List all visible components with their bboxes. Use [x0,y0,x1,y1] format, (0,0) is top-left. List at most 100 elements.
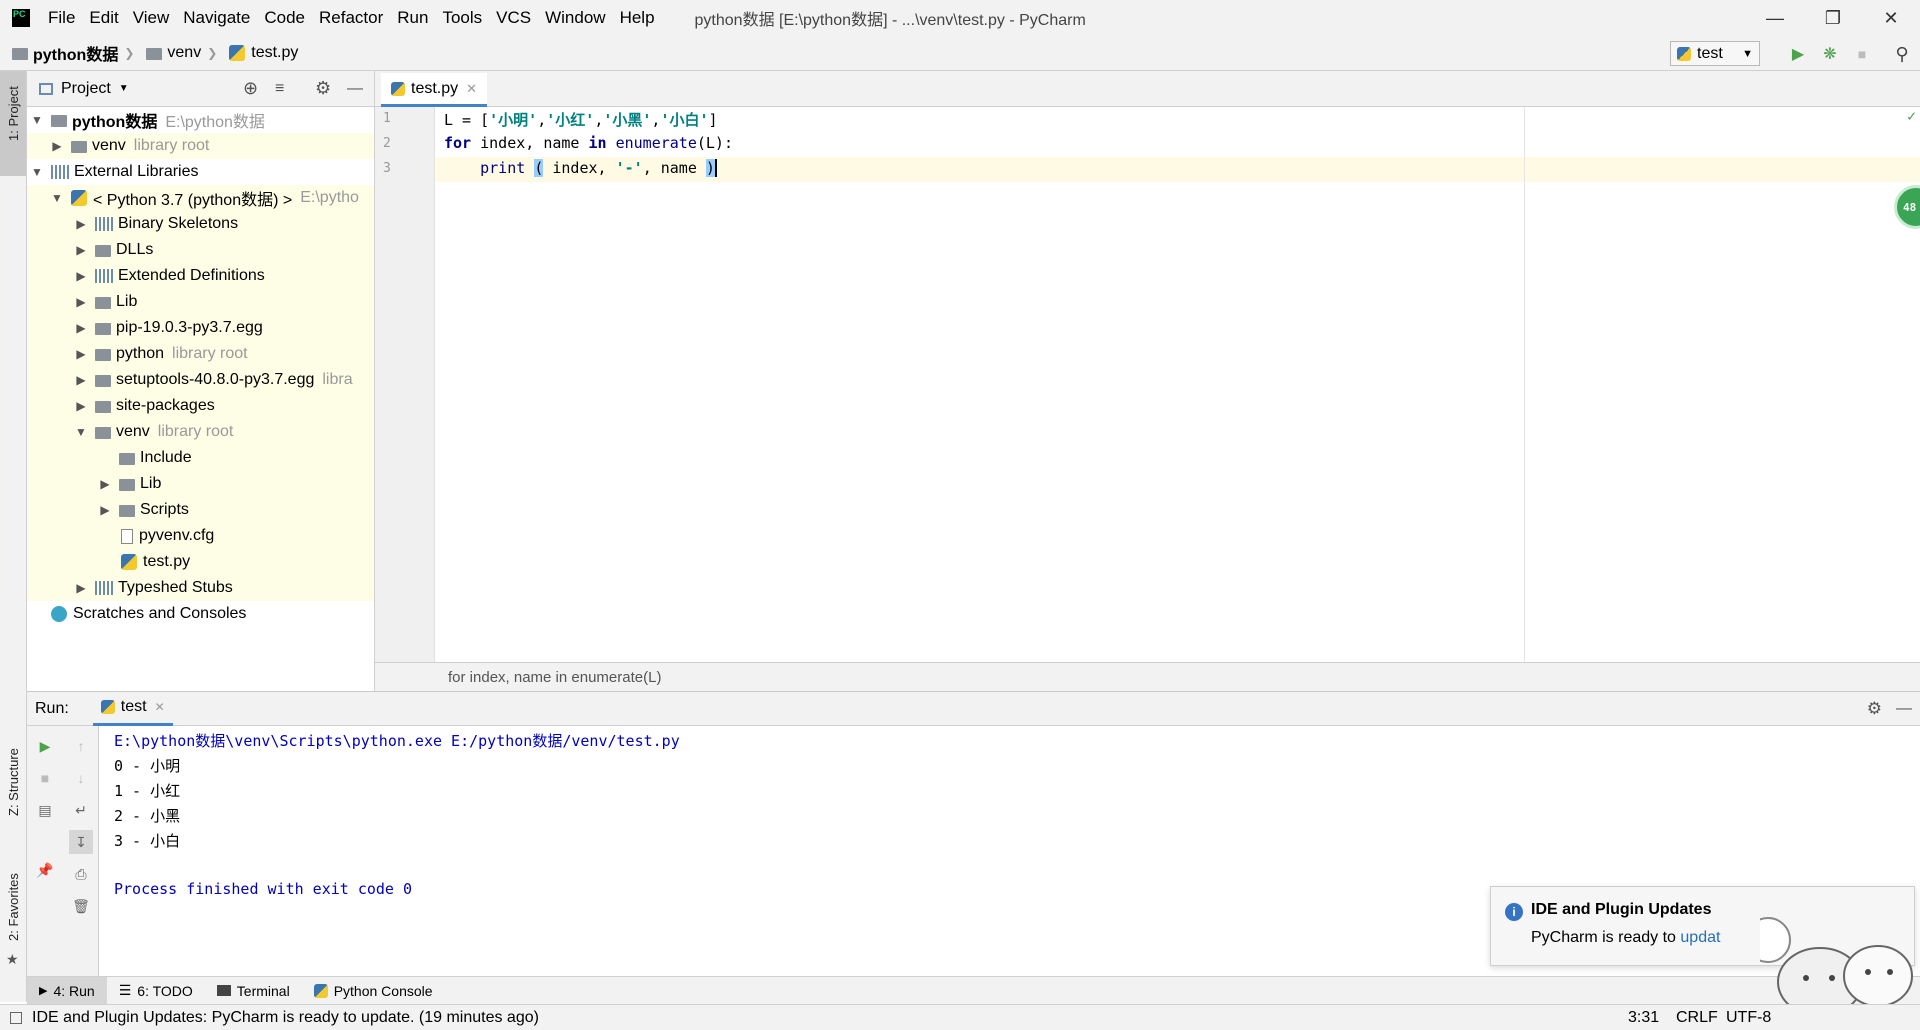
tree-item-external-libraries[interactable]: ▼ External Libraries [27,159,374,185]
chevron-down-icon[interactable]: ▼ [31,165,43,179]
run-configuration-select[interactable]: test ▼ [1670,41,1760,66]
chevron-right-icon[interactable]: ▶ [75,581,87,595]
tree-item-test-py[interactable]: test.py [27,549,374,575]
tree-item-venv-lib[interactable]: ▼ venv library root [27,419,374,445]
chevron-right-icon[interactable]: ▶ [75,269,87,283]
status-message[interactable]: IDE and Plugin Updates: PyCharm is ready… [32,1009,539,1027]
minimize-button[interactable]: — [1746,0,1804,36]
up-arrow-icon[interactable]: ↑ [69,734,93,758]
chevron-down-icon[interactable]: ▼ [119,83,129,94]
console-line: E:\python数据\venv\Scripts\python.exe E:/p… [114,732,680,750]
crumb-project[interactable]: python数据 ❯ [12,41,134,65]
tree-item-typeshed-stubs[interactable]: ▶ Typeshed Stubs [27,575,374,601]
scroll-to-end-icon[interactable]: ↧ [69,830,93,854]
pin-icon[interactable]: 📌 [33,858,57,882]
tree-item-project-root[interactable]: ▼ python数据 E:\python数据 [27,107,374,133]
print-icon[interactable]: ⎙ [69,862,93,886]
hide-panel-icon[interactable]: — [1896,700,1912,718]
tree-item-pyvenv-cfg[interactable]: pyvenv.cfg [27,523,374,549]
soft-wrap-icon[interactable]: ↵ [69,798,93,822]
chevron-right-icon[interactable]: ▶ [75,295,87,309]
code-editor[interactable]: L = ['小明','小红','小黑','小白'] for index, nam… [436,107,1920,662]
stop-button[interactable]: ■ [1852,44,1872,64]
tree-item-venv[interactable]: ▶ venv library root [27,133,374,159]
menu-navigate[interactable]: Navigate [183,8,250,28]
close-window-button[interactable]: ✕ [1862,0,1920,36]
tab-test-py[interactable]: test.py ✕ [381,73,488,107]
tree-item-site-packages[interactable]: ▶ site-packages [27,393,374,419]
run-tab-test[interactable]: test ✕ [92,692,173,726]
down-arrow-icon[interactable]: ↓ [69,766,93,790]
locate-file-icon[interactable]: ⊕ [243,78,258,99]
menu-run[interactable]: Run [397,8,428,28]
project-tool-tab[interactable]: 1: Project [0,71,26,176]
tree-item-python[interactable]: ▶ python library root [27,341,374,367]
tree-item-pip-egg[interactable]: ▶ pip-19.0.3-py3.7.egg [27,315,374,341]
chevron-right-icon[interactable]: ▶ [75,217,87,231]
tree-item-python-sdk[interactable]: ▼ < Python 3.7 (python数据) > E:\pytho [27,185,374,211]
chevron-right-icon[interactable]: ▶ [99,477,111,491]
tree-item-setuptools[interactable]: ▶ setuptools-40.8.0-py3.7.egg libra [27,367,374,393]
tree-item-scripts[interactable]: ▶ Scripts [27,497,374,523]
tool-tab-run[interactable]: ▶ 4: Run [27,976,107,1005]
event-log-icon[interactable] [10,1011,22,1024]
update-link[interactable]: updat [1680,929,1720,946]
line-number-gutter: 1 2 3 [375,107,435,662]
folder-icon [95,245,111,257]
tree-item-include[interactable]: Include [27,445,374,471]
caret-position[interactable]: 3:31 [1628,1009,1659,1027]
close-icon[interactable]: ✕ [466,81,477,97]
tree-item-dlls[interactable]: ▶ DLLs [27,237,374,263]
tool-tab-python-console[interactable]: Python Console [302,977,445,1005]
chevron-down-icon[interactable]: ▼ [31,113,43,127]
menu-view[interactable]: View [133,8,170,28]
chevron-right-icon[interactable]: ▶ [75,321,87,335]
tree-item-extended-definitions[interactable]: ▶ Extended Definitions [27,263,374,289]
hide-panel-icon[interactable]: — [347,80,363,98]
menu-edit[interactable]: Edit [89,8,118,28]
line-separator[interactable]: CRLF [1676,1009,1718,1027]
tool-tab-terminal[interactable]: Terminal [205,977,302,1005]
chevron-right-icon[interactable]: ▶ [75,373,87,387]
menu-vcs[interactable]: VCS [496,8,531,28]
close-icon[interactable]: ✕ [155,700,165,714]
chevron-right-icon[interactable]: ▶ [75,347,87,361]
menu-file[interactable]: File [48,8,75,28]
chevron-down-icon[interactable]: ▼ [75,425,87,439]
tree-item-scratches[interactable]: Scratches and Consoles [27,601,374,627]
menu-window[interactable]: Window [545,8,605,28]
tree-item-lib[interactable]: ▶ Lib [27,289,374,315]
project-view-select[interactable]: Project [61,80,111,98]
layout-icon[interactable]: ▤ [33,798,57,822]
file-encoding[interactable]: UTF-8 [1726,1009,1771,1027]
chevron-right-icon[interactable]: ▶ [51,139,63,153]
gear-icon[interactable]: ⚙ [315,78,331,99]
chevron-down-icon[interactable]: ▼ [51,191,63,205]
tree-item-binary-skeletons[interactable]: ▶ Binary Skeletons [27,211,374,237]
rerun-button[interactable]: ▶ [33,734,57,758]
menu-code[interactable]: Code [264,8,305,28]
crumb-venv[interactable]: venv ❯ [146,44,217,62]
chevron-right-icon[interactable]: ▶ [75,243,87,257]
stop-button[interactable]: ■ [33,766,57,790]
menu-help[interactable]: Help [620,8,655,28]
chevron-right-icon[interactable]: ▶ [75,399,87,413]
python-icon [100,700,115,714]
gear-icon[interactable]: ⚙ [1867,699,1882,719]
tree-item-venv-lib-folder[interactable]: ▶ Lib [27,471,374,497]
python-icon [71,190,87,206]
restore-button[interactable]: ❐ [1804,0,1862,36]
menu-refactor[interactable]: Refactor [319,8,383,28]
search-icon[interactable]: ⚲ [1892,44,1912,64]
editor-breadcrumb[interactable]: for index, name in enumerate(L) [375,662,1920,691]
favorites-tool-tab[interactable]: 2: Favorites ★ [0,861,26,971]
debug-button[interactable]: ❋ [1820,44,1840,64]
menu-tools[interactable]: Tools [442,8,482,28]
trash-icon[interactable]: 🗑 [69,894,93,918]
collapse-all-icon[interactable]: ≡ [275,80,284,98]
structure-tool-tab[interactable]: Z: Structure [0,731,26,831]
tool-tab-todo[interactable]: ☰ 6: TODO [107,977,205,1005]
run-button[interactable]: ▶ [1788,44,1808,64]
crumb-file[interactable]: test.py [229,44,298,62]
chevron-right-icon[interactable]: ▶ [99,503,111,517]
